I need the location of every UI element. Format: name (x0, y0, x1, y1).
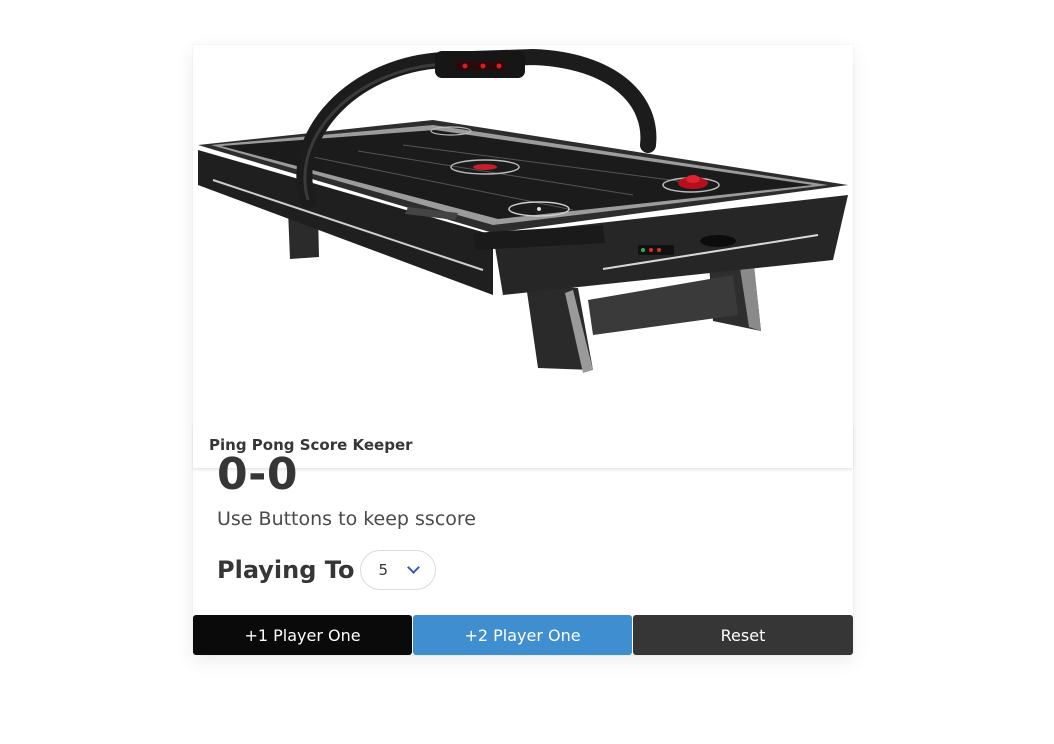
playing-to-row: Playing To 5 (217, 550, 437, 590)
card-footer: +1 Player One +2 Player One Reset (193, 615, 853, 655)
player-two-button[interactable]: +2 Player One (413, 615, 632, 655)
card-image (193, 45, 853, 423)
reset-button[interactable]: Reset (633, 615, 853, 655)
chevron-down-icon (407, 561, 421, 574)
score-display: 0-0 (217, 449, 298, 500)
air-hockey-table-illustration (198, 48, 848, 373)
playing-to-value: 5 (378, 561, 388, 579)
playing-to-select[interactable]: 5 (360, 550, 437, 590)
player-one-button[interactable]: +1 Player One (193, 615, 412, 655)
playing-to-label: Playing To (217, 556, 355, 584)
instructions-text: Use Buttons to keep sscore (217, 508, 476, 530)
score-keeper-card: Ping Pong Score Keeper 0-0 Use Buttons t… (193, 45, 853, 655)
